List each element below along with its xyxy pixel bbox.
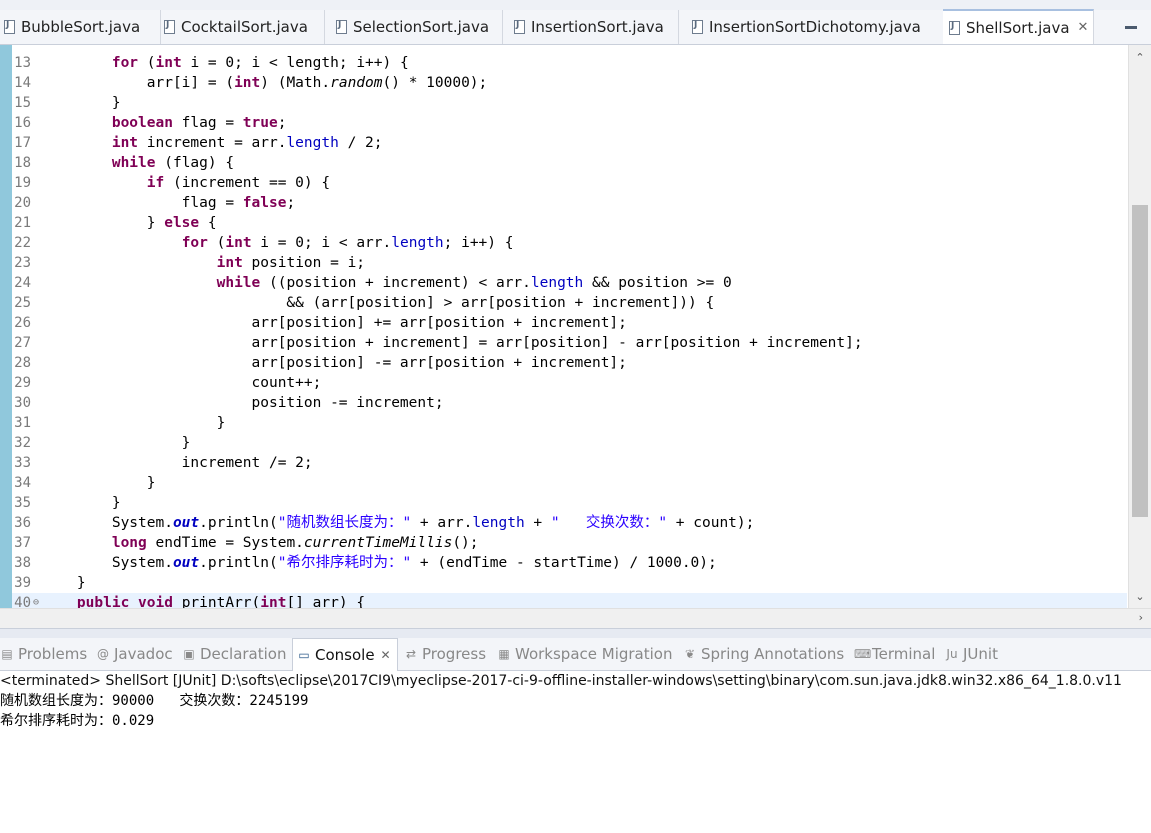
close-icon[interactable]: ✕ <box>1078 20 1089 35</box>
code-lines: 13 for (int i = 0; i < length; i++) { 14… <box>12 53 1127 608</box>
java-file-icon <box>4 20 15 34</box>
code-line: 33 increment /= 2; <box>14 455 313 471</box>
junit-icon: Ju <box>946 647 958 661</box>
tab-workspace-migration[interactable]: ▦ Workspace Migration <box>497 638 672 670</box>
scroll-up-icon[interactable]: ⌃ <box>1133 51 1147 65</box>
code-line: 23 int position = i; <box>14 255 366 271</box>
code-editor[interactable]: 13 for (int i = 0; i < length; i++) { 14… <box>0 45 1151 608</box>
tab-label: ShellSort.java <box>966 18 1070 37</box>
tab-declaration[interactable]: ▣ Declaration <box>182 638 286 670</box>
tab-label: CocktailSort.java <box>181 18 308 36</box>
tab-label: SelectionSort.java <box>353 18 490 36</box>
code-line-current: 40 ⊖ public void printArr(int[] arr) { <box>12 593 1127 608</box>
tab-javadoc[interactable]: @ Javadoc <box>96 638 173 670</box>
java-file-icon <box>164 20 175 34</box>
tab-console[interactable]: ▭ Console ✕ <box>292 638 398 671</box>
code-line: 13 for (int i = 0; i < length; i++) { <box>14 55 409 71</box>
tab-terminal[interactable]: ⌨ Terminal <box>854 638 935 670</box>
code-line: 15 } <box>14 95 121 111</box>
console-line: 希尔排序耗时为：0.029 <box>0 713 155 729</box>
tab-insertionsort[interactable]: InsertionSort.java <box>502 10 679 44</box>
code-line: 26 arr[position] += arr[position + incre… <box>14 315 627 331</box>
code-line: 35 } <box>14 495 121 511</box>
tab-shellsort[interactable]: ShellSort.java ✕ <box>943 9 1094 44</box>
code-line: 37 long endTime = System.currentTimeMill… <box>14 535 479 551</box>
java-file-icon <box>336 20 347 34</box>
code-line: 34 } <box>14 475 156 491</box>
code-line: 31 } <box>14 415 226 431</box>
scrollbar-thumb[interactable] <box>1132 205 1148 517</box>
problems-icon: ▤ <box>1 647 13 661</box>
console-output[interactable]: <terminated> ShellSort [JUnit] D:\softs\… <box>0 671 1151 833</box>
java-file-icon <box>949 20 960 35</box>
declaration-icon: ▣ <box>183 647 195 661</box>
console-line: 随机数组长度为：90000 交换次数：2245199 <box>0 693 309 709</box>
code-line: 29 count++; <box>14 375 322 391</box>
progress-icon: ⇄ <box>405 647 417 661</box>
code-line: 27 arr[position + increment] = arr[posit… <box>14 335 863 351</box>
code-line: 18 while (flag) { <box>14 155 235 171</box>
code-line: 32 } <box>14 435 191 451</box>
tab-label: InsertionSort.java <box>531 18 664 36</box>
code-line: 30 position -= increment; <box>14 395 444 411</box>
minimize-icon[interactable] <box>1123 16 1139 32</box>
workspace-migration-icon: ▦ <box>498 647 510 661</box>
code-line: 28 arr[position] -= arr[position + incre… <box>14 355 627 371</box>
view-tab-bar: ▤ Problems @ Javadoc ▣ Declaration ▭ Console… <box>0 638 1151 671</box>
tab-problems[interactable]: ▤ Problems <box>0 638 87 670</box>
code-line: 38 System.out.println("希尔排序耗时为：" + (endT… <box>14 555 717 571</box>
console-header: <terminated> ShellSort [JUnit] D:\softs\… <box>0 673 1122 689</box>
code-line: 25 && (arr[position] > arr[position + in… <box>14 295 715 311</box>
scroll-down-icon[interactable]: ⌄ <box>1133 590 1147 604</box>
tab-cocktailsort[interactable]: CocktailSort.java <box>160 10 325 44</box>
java-file-icon <box>692 20 703 34</box>
tab-spring-annotations[interactable]: ❦ Spring Annotations <box>683 638 844 670</box>
editor-tab-bar: BubbleSort.java CocktailSort.java Select… <box>0 9 1151 45</box>
code-line: 36 System.out.println("随机数组长度为：" + arr.l… <box>14 515 755 531</box>
close-icon[interactable]: ✕ <box>381 648 391 662</box>
tab-selectionsort[interactable]: SelectionSort.java <box>324 10 503 44</box>
tab-label: BubbleSort.java <box>21 18 141 36</box>
scroll-right-icon[interactable]: › <box>1139 611 1143 624</box>
code-line: 21 } else { <box>14 215 217 231</box>
tab-bubblesort[interactable]: BubbleSort.java <box>0 10 161 44</box>
code-line: 17 int increment = arr.length / 2; <box>14 135 383 151</box>
editor-horizontal-scrollbar[interactable]: › <box>0 608 1151 629</box>
editor-gutter <box>0 45 12 608</box>
tab-junit[interactable]: Ju JUnit <box>945 638 998 670</box>
console-icon: ▭ <box>298 648 310 662</box>
java-file-icon <box>514 20 525 34</box>
spring-annotations-icon: ❦ <box>684 647 696 661</box>
code-line: 14 arr[i] = (int) (Math.random() * 10000… <box>14 75 488 91</box>
code-line: 16 boolean flag = true; <box>14 115 287 131</box>
tab-label: InsertionSortDichotomy.java <box>709 18 921 36</box>
tab-insertionsortdichotomy[interactable]: InsertionSortDichotomy.java <box>678 10 944 44</box>
code-line: 39 } <box>14 575 86 591</box>
javadoc-icon: @ <box>97 647 109 661</box>
fold-toggle-icon[interactable]: ⊖ <box>33 593 39 608</box>
editor-vertical-scrollbar[interactable]: ⌃ ⌄ <box>1128 45 1151 608</box>
code-line: 19 if (increment == 0) { <box>14 175 331 191</box>
code-line: 22 for (int i = 0; i < arr.length; i++) … <box>14 235 514 251</box>
terminal-icon: ⌨ <box>854 647 872 661</box>
code-line: 24 while ((position + increment) < arr.l… <box>14 275 732 291</box>
code-line: 20 flag = false; <box>14 195 296 211</box>
tab-progress[interactable]: ⇄ Progress <box>404 638 486 670</box>
